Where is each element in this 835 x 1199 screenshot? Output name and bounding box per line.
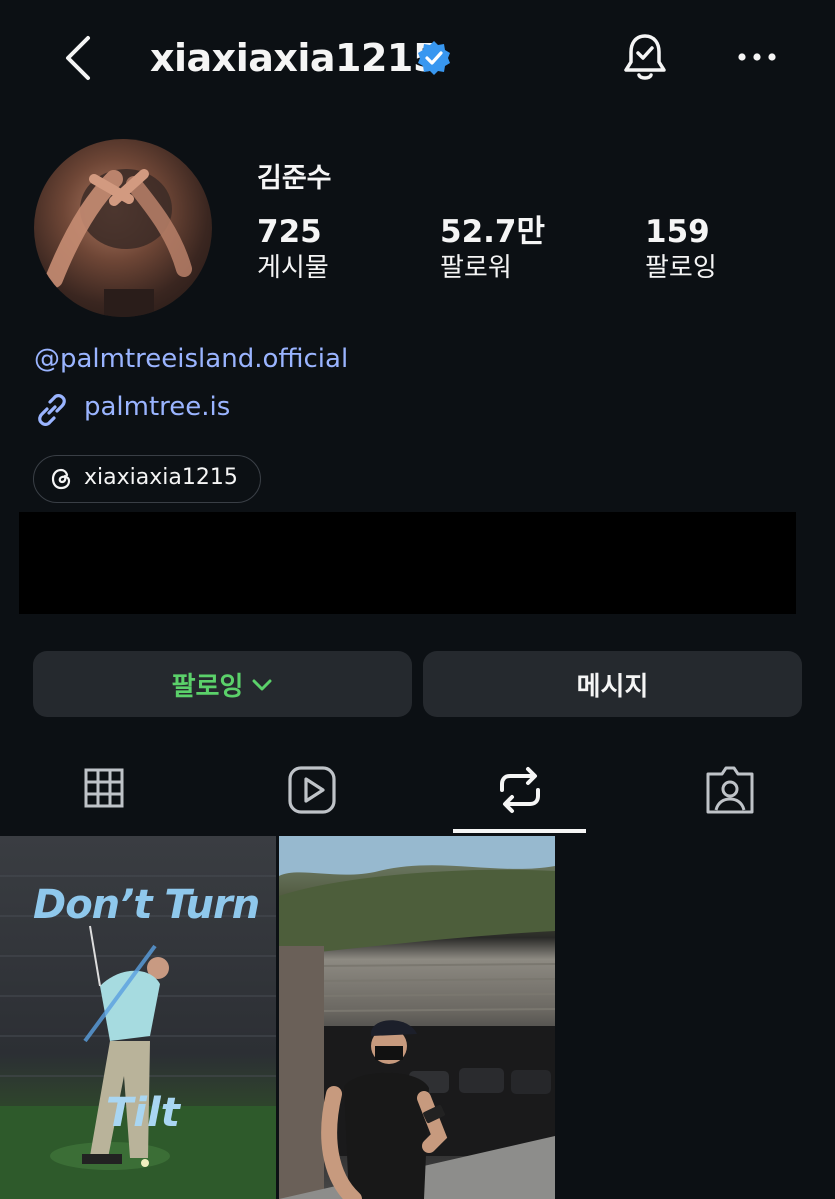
- stat-following-label: 팔로잉: [645, 253, 717, 283]
- tagged-icon: [706, 766, 754, 814]
- message-button-label: 메시지: [576, 671, 649, 702]
- profile-avatar[interactable]: [34, 139, 212, 317]
- display-name: 김준수: [257, 163, 332, 194]
- stat-followers[interactable]: 52.7만 팔로워: [440, 214, 545, 286]
- reels-icon: [288, 766, 336, 814]
- stat-following[interactable]: 159 팔로잉: [645, 214, 717, 286]
- stat-posts-value: 725: [257, 214, 322, 250]
- bio-mention-link[interactable]: @palmtreeisland.official: [34, 344, 348, 374]
- redacted-bio-block: [19, 512, 796, 614]
- top-bar: xiaxiaxia1215: [0, 0, 835, 118]
- tab-reposts[interactable]: [490, 760, 550, 820]
- following-button-label: 팔로잉: [171, 671, 244, 702]
- stat-following-value: 159: [645, 214, 710, 250]
- stat-followers-value: 52.7만: [440, 214, 546, 250]
- tab-reels[interactable]: [282, 760, 342, 820]
- stat-posts[interactable]: 725 게시물: [257, 214, 329, 286]
- verified-badge-icon: [416, 40, 452, 76]
- back-chevron-icon[interactable]: [58, 34, 102, 82]
- threads-handle: xiaxiaxia1215: [84, 465, 238, 490]
- post-overlay-subtitle: Tilt: [106, 1090, 180, 1136]
- following-button[interactable]: 팔로잉: [33, 651, 412, 717]
- tab-tagged[interactable]: [700, 760, 760, 820]
- tab-grid[interactable]: [74, 760, 134, 820]
- profile-username: xiaxiaxia1215: [150, 36, 439, 80]
- website-link[interactable]: palmtree.is: [84, 392, 230, 422]
- more-options-icon[interactable]: [732, 40, 782, 74]
- post-tile[interactable]: [279, 836, 555, 1199]
- threads-badge[interactable]: xiaxiaxia1215: [33, 455, 261, 503]
- reposts-icon: [500, 767, 540, 813]
- stat-posts-label: 게시물: [257, 253, 329, 283]
- notification-bell-icon[interactable]: [620, 30, 670, 84]
- threads-icon: [50, 467, 74, 491]
- chevron-down-icon: [251, 673, 273, 695]
- grid-icon: [84, 768, 124, 808]
- post-overlay-title: Don’t Turn: [33, 882, 260, 928]
- stat-followers-label: 팔로워: [440, 253, 512, 283]
- active-tab-indicator: [453, 829, 586, 833]
- link-icon: [34, 392, 70, 428]
- profile-page: xiaxiaxia1215 김준수 725 게시물 52.7만 팔로워 159 …: [0, 0, 835, 1199]
- message-button[interactable]: 메시지: [423, 651, 802, 717]
- post-tile[interactable]: Don’t Turn Tilt: [0, 836, 276, 1199]
